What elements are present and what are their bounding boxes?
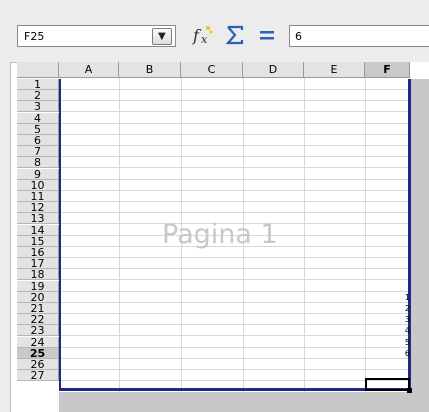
row-header-3[interactable]: 3 xyxy=(17,101,59,112)
row-header-18[interactable]: 18 xyxy=(17,269,59,280)
name-box-dropdown-button[interactable]: ▼ xyxy=(152,28,172,45)
toolbar-area xyxy=(10,0,429,14)
column-header-b[interactable]: B xyxy=(119,62,181,78)
selected-cell-cursor[interactable] xyxy=(365,378,410,391)
page-watermark: Pagina 1 xyxy=(162,219,278,250)
cell-reference: F25 xyxy=(24,30,45,43)
outside-print-area-right xyxy=(410,79,429,412)
formula-input[interactable]: 6 xyxy=(289,25,429,47)
cell-f23[interactable]: 4 xyxy=(398,326,410,335)
row-header-8[interactable]: 8 xyxy=(17,157,59,168)
cell-content: 6 xyxy=(295,30,302,43)
row-header-23[interactable]: 23 xyxy=(17,325,59,336)
row-header-13[interactable]: 13 xyxy=(17,213,59,224)
cell-f24[interactable]: 5 xyxy=(398,338,410,347)
outside-print-area-bottom xyxy=(59,392,429,412)
cell-f21[interactable]: 2 xyxy=(398,304,410,313)
sum-icon[interactable] xyxy=(223,23,247,47)
cell-f22[interactable]: 3 xyxy=(398,315,410,324)
column-header-e[interactable]: E xyxy=(304,62,365,78)
column-header-f[interactable]: F xyxy=(365,62,410,78)
column-header-c[interactable]: C xyxy=(181,62,243,78)
svg-text:x: x xyxy=(201,33,208,46)
cell-f20[interactable]: 1 xyxy=(398,293,410,302)
row-header-27[interactable]: 27 xyxy=(17,370,59,381)
cell-f25[interactable]: 6 xyxy=(398,349,410,358)
column-header-d[interactable]: D xyxy=(243,62,304,78)
chevron-down-icon: ▼ xyxy=(158,31,166,42)
fx-icon[interactable]: f x xyxy=(190,23,216,47)
column-header-a[interactable]: A xyxy=(59,62,119,78)
spreadsheet-window: F25 ▼ f x 6 ABCDEF 1 2 3 4 5 6 7 8 9 10 11 12 13 14 15… xyxy=(0,0,429,412)
select-all-corner[interactable] xyxy=(17,62,59,78)
equals-icon[interactable] xyxy=(255,23,279,47)
fill-handle[interactable] xyxy=(407,388,412,393)
